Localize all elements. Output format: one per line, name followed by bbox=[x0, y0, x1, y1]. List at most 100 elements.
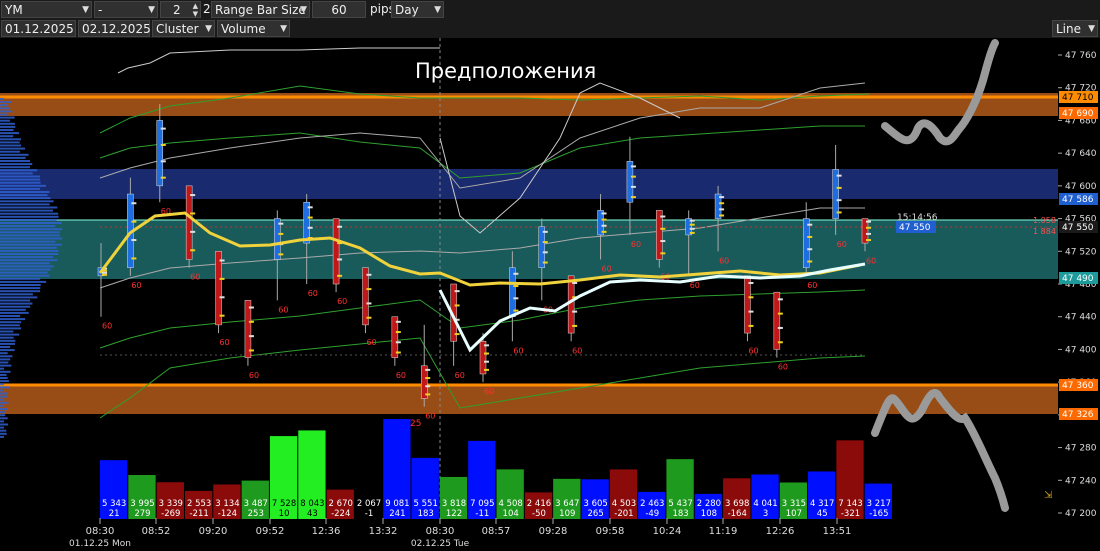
profile-bar bbox=[0, 318, 26, 321]
profile-bar bbox=[0, 274, 50, 277]
bar-range-label: 60 bbox=[690, 281, 700, 290]
bar-range-label: 60 bbox=[602, 264, 612, 273]
profile-bar bbox=[0, 169, 38, 172]
volume-value: 3 217 bbox=[867, 499, 891, 509]
volume-value: 2 067 bbox=[357, 499, 381, 509]
volume-value: 9 081 bbox=[385, 499, 409, 509]
dash-select[interactable]: - ▼ bbox=[94, 1, 158, 18]
line-mode-select[interactable]: Line ▼ bbox=[1052, 20, 1098, 37]
box-value-stepper[interactable]: 2 ▲ ▼ bbox=[160, 1, 201, 18]
cluster-tick bbox=[542, 241, 548, 244]
profile-bar bbox=[0, 392, 8, 395]
price-tick-label: 47 600 bbox=[1065, 182, 1097, 192]
volume-value: 2 416 bbox=[527, 499, 551, 509]
time-label: 08:57 bbox=[482, 526, 511, 537]
cluster-tick bbox=[866, 220, 871, 223]
cluster-tick bbox=[601, 218, 607, 221]
profile-bar bbox=[0, 163, 33, 166]
cluster-tick bbox=[190, 230, 196, 233]
chevron-down-icon: ▼ bbox=[280, 24, 287, 34]
chart-type-select[interactable]: Range Bar Size ▼ bbox=[211, 1, 310, 18]
profile-bar bbox=[0, 200, 54, 203]
profile-bar bbox=[0, 166, 30, 169]
bar-range-label: 60 bbox=[778, 363, 788, 372]
candle-body bbox=[303, 201, 310, 244]
mode-select[interactable]: Cluster ▼ bbox=[152, 20, 215, 37]
range-value: 60 bbox=[331, 3, 347, 17]
profile-bar bbox=[0, 228, 63, 231]
cluster-tick bbox=[807, 248, 813, 251]
profile-bar bbox=[0, 346, 11, 348]
cluster-tick bbox=[601, 230, 607, 233]
profile-bar bbox=[0, 290, 41, 293]
current-price-badge-label: 47 550 bbox=[899, 223, 931, 233]
cluster-tick bbox=[190, 249, 196, 252]
delta-value: -124 bbox=[218, 509, 237, 519]
cluster-tick bbox=[572, 310, 578, 313]
cluster-tick bbox=[866, 232, 871, 235]
cluster-tick bbox=[307, 206, 313, 209]
cluster-tick bbox=[748, 324, 754, 327]
profile-bar bbox=[0, 324, 20, 327]
bar-range-label: 60 bbox=[337, 297, 347, 306]
expand-icon[interactable]: ⇲ bbox=[1044, 490, 1053, 501]
cluster-tick bbox=[866, 239, 871, 242]
time-label: 13:32 bbox=[369, 526, 398, 537]
profile-bar bbox=[0, 423, 9, 426]
profile-bar bbox=[0, 277, 41, 280]
price-tick-label: 47 760 bbox=[1065, 51, 1097, 61]
profile-bar bbox=[0, 302, 33, 305]
time-label: 09:28 bbox=[539, 526, 568, 537]
cluster-metric-select[interactable]: Volume ▼ bbox=[217, 20, 290, 37]
delta-value: -269 bbox=[161, 509, 180, 519]
cluster-tick bbox=[748, 296, 754, 299]
symbol-select[interactable]: YM ▼ bbox=[1, 1, 92, 18]
profile-bar bbox=[0, 420, 4, 423]
cluster-tick bbox=[131, 257, 137, 260]
profile-bar bbox=[0, 256, 54, 259]
cluster-tick bbox=[513, 297, 519, 300]
profile-bar bbox=[0, 218, 57, 221]
profile-bar bbox=[0, 373, 7, 376]
delta-value: -224 bbox=[331, 509, 350, 519]
volume-value: 2 670 bbox=[329, 499, 353, 509]
current-time-label: 15:14:56 bbox=[897, 213, 938, 223]
range-value-input[interactable]: 60 bbox=[312, 1, 366, 18]
profile-bar bbox=[0, 181, 41, 184]
cluster-tick bbox=[777, 341, 783, 344]
date-from-field[interactable]: 01.12.2025 bbox=[1, 20, 76, 37]
cluster-tick bbox=[484, 344, 489, 347]
profile-bar bbox=[0, 212, 59, 215]
candle-body bbox=[773, 291, 781, 350]
profile-bar bbox=[0, 287, 41, 290]
cluster-tick bbox=[131, 202, 137, 205]
cluster-tick bbox=[131, 239, 137, 242]
delta-value: 241 bbox=[389, 509, 405, 519]
volume-value: 3 995 bbox=[130, 499, 154, 509]
profile-bar bbox=[0, 352, 8, 355]
delta-value: -49 bbox=[645, 509, 659, 519]
profile-bar bbox=[0, 408, 8, 410]
cluster-tick bbox=[513, 285, 519, 288]
profile-bar bbox=[0, 280, 47, 283]
bar-range-label: 60 bbox=[455, 371, 465, 380]
bar-range-label: 60 bbox=[131, 281, 141, 290]
cluster-tick bbox=[102, 271, 107, 274]
delta-value: 45 bbox=[817, 509, 828, 519]
cluster-tick bbox=[748, 281, 754, 284]
cluster-tick bbox=[807, 235, 813, 238]
cluster-tick bbox=[454, 304, 460, 307]
chart-area[interactable]: 60 60 60 60 60 60 60 60 60 60 60 60 60 60 60 60 60 60 60 60… bbox=[0, 38, 1100, 551]
price-tick-label: 47 640 bbox=[1065, 149, 1097, 159]
candle-body bbox=[509, 267, 516, 317]
cluster-tick bbox=[689, 223, 695, 226]
profile-bar bbox=[0, 246, 57, 249]
volume-value: 8 043 bbox=[300, 499, 324, 509]
delta-value: 265 bbox=[588, 509, 604, 519]
price-tick-label: 47 520 bbox=[1065, 247, 1097, 257]
period-select[interactable]: Day ▼ bbox=[391, 1, 444, 18]
profile-bar bbox=[0, 327, 22, 330]
cluster-tick bbox=[337, 274, 343, 277]
date-to-field[interactable]: 02.12.2025 bbox=[78, 20, 151, 37]
candle-body bbox=[156, 120, 164, 187]
